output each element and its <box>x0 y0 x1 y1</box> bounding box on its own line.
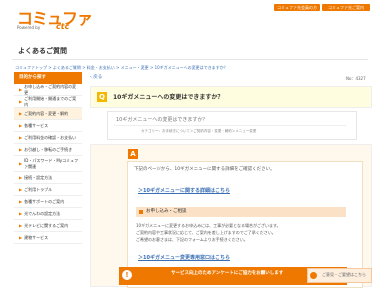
sidebar-item-trouble[interactable]: ▶ ご利用トラブル <box>14 184 82 196</box>
back-link[interactable]: ‹ 戻る <box>90 74 102 80</box>
arrow-icon: ▶ <box>19 87 23 92</box>
arrow-icon: ▶ <box>19 199 23 204</box>
sidebar-item-tv[interactable]: ▶ 光テレビに関するご案内 <box>14 220 82 232</box>
arrow-icon: ▶ <box>19 111 23 116</box>
site-header: コミュファ Powered by ctc コミュファ光会員の方 コミュファ光ご案… <box>0 0 380 40</box>
sidebar-heading: 目的から探す <box>14 72 82 84</box>
exclamation-icon: ! <box>122 270 132 280</box>
arrow-icon: ▶ <box>19 147 23 152</box>
question-number: No：4327 <box>346 76 366 81</box>
note-heading: お申し込み・ご相談 <box>136 207 346 217</box>
arrow-icon: ▶ <box>19 123 23 128</box>
sidebar-item-support[interactable]: ▶ 各種サポートのご案内 <box>14 196 82 208</box>
logo-tagline: Powered by <box>17 25 41 30</box>
chat-icon <box>310 272 317 279</box>
category-path[interactable]: カテゴリー：お手続きについて＞ご契約内容・変更・解約＞メニュー変更 <box>141 129 256 134</box>
10g-detail-link[interactable]: ＞10ギガメニューに関する詳細はこちら <box>138 187 230 194</box>
arrow-icon: ▶ <box>19 135 23 140</box>
note-text: 10ギガメニューに変更するお申込みには、工事が必要となる場合がございます。 <box>136 223 281 228</box>
10g-change-window-link[interactable]: ＞10ギガメニュー変更専用窓口はこちら <box>138 254 230 261</box>
feedback-label: ご意見・ご要望はこちら <box>322 272 366 277</box>
question-body-text: 10ギガメニューへの変更はできますか？ <box>116 117 208 123</box>
square-bullet-icon <box>139 210 143 214</box>
question-box: Q 10ギガメニューへの変更はできますか？ <box>90 86 372 108</box>
note-text: ご希望のお客さまは、下記のフォームよりお手続きください。 <box>136 237 248 242</box>
question-title: 10ギガメニューへの変更はできますか？ <box>113 94 224 101</box>
sidebar-item-id-password[interactable]: ▶ ID・パスワード・Myコミュファ関連 <box>14 156 82 172</box>
survey-text: サービス向上のためアンケートにご協力をお願いします <box>171 271 284 276</box>
feedback-button[interactable]: ご意見・ご要望はこちら <box>307 268 372 283</box>
answer-text: 下記のページから、10ギガメニューに関する詳細をご確認ください。 <box>134 167 275 172</box>
sidebar: 目的から探す ▶ お申し込み・ご契約内容の変更 ▶ ご利用開始・開通までのご案内 ▶… <box>14 72 82 244</box>
sidebar-item-billing[interactable]: ▶ ご利用料金の確認・お支払い <box>14 132 82 144</box>
arrow-icon: ▶ <box>19 99 23 104</box>
sidebar-item-building[interactable]: ▶ 建物サービス <box>14 232 82 244</box>
info-button[interactable]: コミュファ光ご案内 <box>322 4 370 11</box>
breadcrumb[interactable]: コミュファトップ > よくあるご質問 > 料金・お支払い > メニュー・変更 >… <box>15 65 228 71</box>
arrow-icon: ▶ <box>19 235 23 240</box>
sidebar-item-services[interactable]: ▶ 各種サービス <box>14 120 82 132</box>
question-badge: Q <box>97 92 107 102</box>
sidebar-item-contract[interactable]: ▶ ご契約内容・変更・解約 <box>14 108 82 120</box>
sidebar-item-start[interactable]: ▶ ご利用開始・開通までのご案内 <box>14 96 82 108</box>
sidebar-item-moving[interactable]: ▶ お引越し・移転のご手続き <box>14 144 82 156</box>
divider <box>12 59 368 60</box>
answer-box: A 下記のページから、10ギガメニューに関する詳細をご確認ください。 ＞10ギガ… <box>90 144 372 288</box>
note-text: ご契約内容や工事状況に応じて、ご案内を差し上げますのでご了承ください。 <box>136 230 276 235</box>
arrow-icon: ▶ <box>19 211 23 216</box>
logo-brand: ctc <box>56 22 70 31</box>
arrow-icon: ▶ <box>19 161 23 166</box>
arrow-icon: ▶ <box>19 223 23 228</box>
arrow-icon: ▶ <box>19 175 23 180</box>
answer-badge: A <box>128 149 138 159</box>
arrow-icon: ▶ <box>19 187 23 192</box>
sidebar-item-phone[interactable]: ▶ 光でんわの設定方法 <box>14 208 82 220</box>
question-body: 10ギガメニューへの変更はできますか？ カテゴリー：お手続きについて＞ご契約内容… <box>107 111 357 140</box>
page-title: よくあるご質問 <box>18 47 67 55</box>
sidebar-item-application[interactable]: ▶ お申し込み・ご契約内容の変更 <box>14 84 82 96</box>
divider <box>114 125 346 126</box>
member-button[interactable]: コミュファ光会員の方 <box>274 4 320 11</box>
sidebar-item-setup[interactable]: ▶ 接続・設定方法 <box>14 172 82 184</box>
